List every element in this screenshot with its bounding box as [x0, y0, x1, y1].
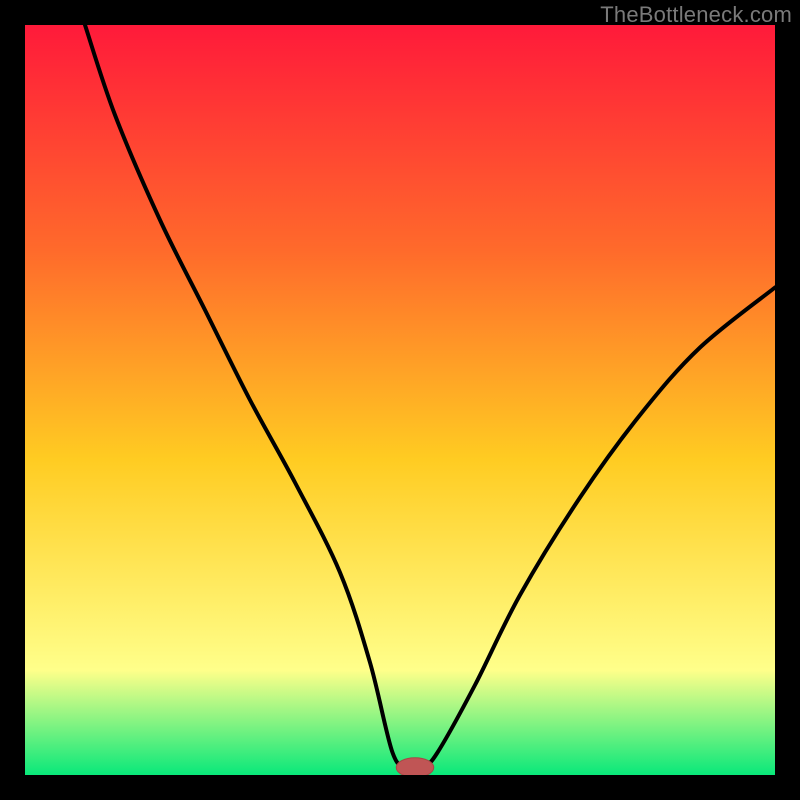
plot-area	[25, 25, 775, 775]
optimum-marker	[396, 758, 434, 775]
bottleneck-chart	[25, 25, 775, 775]
gradient-background	[25, 25, 775, 775]
chart-frame: TheBottleneck.com	[0, 0, 800, 800]
